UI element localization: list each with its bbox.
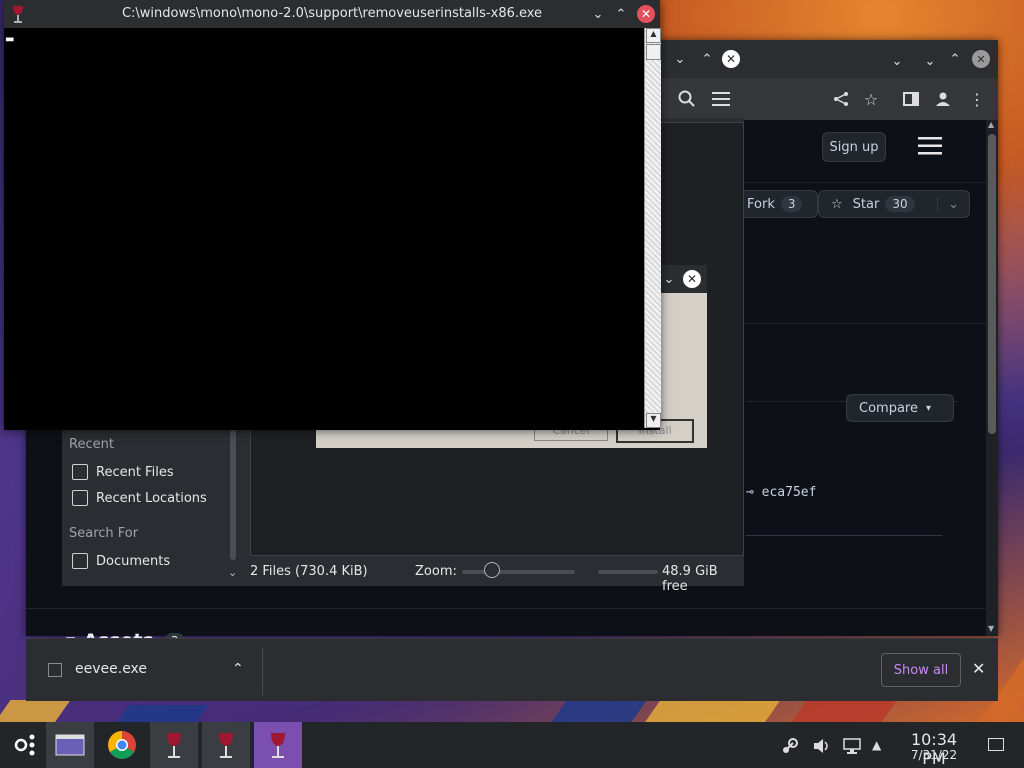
sidebar-item-recent-files[interactable]: Recent Files [72, 464, 174, 480]
text-cursor: ▬ [5, 34, 15, 45]
star-button[interactable]: ☆ Star 30 ⌄ [818, 190, 970, 218]
minimize-icon[interactable]: ⌄ [921, 52, 939, 70]
compare-button[interactable]: Compare ▾ [846, 394, 954, 422]
sidebar-item-label: Documents [96, 553, 171, 569]
close-icon[interactable]: ✕ [722, 50, 740, 68]
chevron-down-icon[interactable]: ⌄ [888, 52, 906, 70]
commit-sha: eca75ef [761, 485, 817, 500]
task-wine-2[interactable] [202, 722, 250, 768]
minimize-icon[interactable]: ⌄ [589, 5, 607, 23]
scroll-down-icon[interactable]: ▼ [646, 413, 661, 428]
recent-header: Recent [69, 437, 114, 452]
zoom-label: Zoom: [415, 564, 457, 579]
volume-icon[interactable] [812, 736, 832, 760]
scrollbar-thumb[interactable] [646, 44, 661, 60]
hamburger-menu-icon[interactable] [918, 136, 942, 160]
console-output[interactable]: ▬ [4, 28, 644, 428]
show-desktop-icon[interactable] [988, 738, 1004, 751]
tray-expand-icon[interactable]: ▲ [872, 738, 881, 752]
recent-files-icon [72, 464, 88, 480]
file-icon [48, 663, 62, 677]
divider [26, 608, 986, 609]
recent-locations-icon [72, 490, 88, 506]
download-filename[interactable]: eevee.exe [75, 661, 147, 677]
bookmark-star-icon[interactable]: ☆ [860, 88, 882, 110]
taskbar: ▲ 10:34 PM 7/31/22 [0, 722, 1024, 768]
task-wine-1[interactable] [150, 722, 198, 768]
scroll-up-icon[interactable]: ▲ [646, 28, 661, 43]
sidebar-item-documents[interactable]: Documents [72, 553, 170, 569]
close-icon[interactable]: ✕ [683, 270, 701, 288]
task-chrome[interactable] [98, 722, 146, 768]
sidebar-item-label: Recent Files [96, 464, 174, 480]
hamburger-menu-icon[interactable] [710, 88, 732, 110]
close-icon[interactable]: ✕ [972, 50, 990, 68]
signup-button[interactable]: Sign up [822, 132, 886, 162]
scroll-down-icon[interactable]: ▼ [988, 624, 994, 633]
chevron-down-icon[interactable]: ⌄ [671, 50, 689, 68]
chevron-down-icon[interactable]: ⌄ [660, 270, 678, 288]
side-panel-icon[interactable] [900, 88, 922, 110]
chevron-down-icon[interactable]: ⌄ [228, 566, 237, 579]
search-icon[interactable] [676, 88, 698, 110]
steam-icon[interactable] [780, 736, 800, 760]
fork-count: 3 [780, 196, 803, 212]
console-scrollbar[interactable]: ▲ ▼ [644, 28, 661, 428]
star-label: Star [852, 196, 880, 212]
maximize-icon[interactable]: ⌃ [946, 50, 964, 68]
scrollbar-thumb[interactable] [988, 134, 996, 434]
task-file-manager[interactable] [46, 722, 94, 768]
console-title: C:\windows\mono\mono-2.0\support\removeu… [121, 6, 543, 21]
console-titlebar: C:\windows\mono\mono-2.0\support\removeu… [4, 0, 660, 28]
maximize-icon[interactable]: ⌃ [612, 5, 630, 23]
compare-label: Compare [859, 400, 918, 416]
more-vert-icon[interactable]: ⋮ [966, 88, 988, 110]
caret-down-icon: ▾ [925, 402, 932, 414]
file-count-status: 2 Files (730.4 KiB) [250, 564, 368, 579]
close-icon[interactable]: ✕ [972, 659, 985, 678]
sidebar-item-recent-locations[interactable]: Recent Locations [72, 490, 207, 506]
free-space-bar [598, 570, 658, 574]
chevron-up-icon[interactable]: ⌃ [698, 50, 716, 68]
fork-button[interactable]: Fork 3 [738, 190, 818, 218]
scroll-up-icon[interactable]: ▲ [988, 120, 994, 129]
fork-label: Fork [747, 196, 775, 212]
zoom-slider-handle[interactable] [484, 562, 500, 578]
app-launcher-icon[interactable] [0, 722, 48, 768]
documents-icon [72, 553, 88, 569]
chevron-up-icon[interactable]: ⌃ [232, 661, 244, 677]
search-for-header: Search For [69, 526, 139, 541]
star-count: 30 [885, 196, 915, 212]
console-window: C:\windows\mono\mono-2.0\support\removeu… [4, 0, 661, 430]
commit-link[interactable]: ⊸ eca75ef [746, 485, 816, 500]
divider [746, 535, 942, 536]
free-space-label: 48.9 GiB free [662, 564, 718, 594]
zoom-slider[interactable] [462, 570, 575, 574]
commit-icon: ⊸ [746, 485, 762, 500]
profile-icon[interactable] [932, 88, 954, 110]
network-icon[interactable] [842, 736, 862, 760]
close-icon[interactable]: ✕ [637, 5, 655, 23]
star-icon: ☆ [831, 196, 843, 212]
task-wine-3-active[interactable] [254, 722, 302, 768]
sidebar-item-label: Recent Locations [96, 490, 207, 506]
download-bar: eevee.exe ⌃ Show all ✕ [26, 638, 998, 701]
divider [262, 647, 263, 695]
share-icon[interactable] [830, 88, 852, 110]
clock-date[interactable]: 7/31/22 [898, 748, 970, 762]
sidebar-scrollbar[interactable] [230, 430, 236, 560]
star-dropdown-icon[interactable]: ⌄ [937, 196, 969, 212]
page-scrollbar[interactable]: ▲ ▼ [986, 120, 998, 636]
show-all-button[interactable]: Show all [881, 653, 961, 687]
